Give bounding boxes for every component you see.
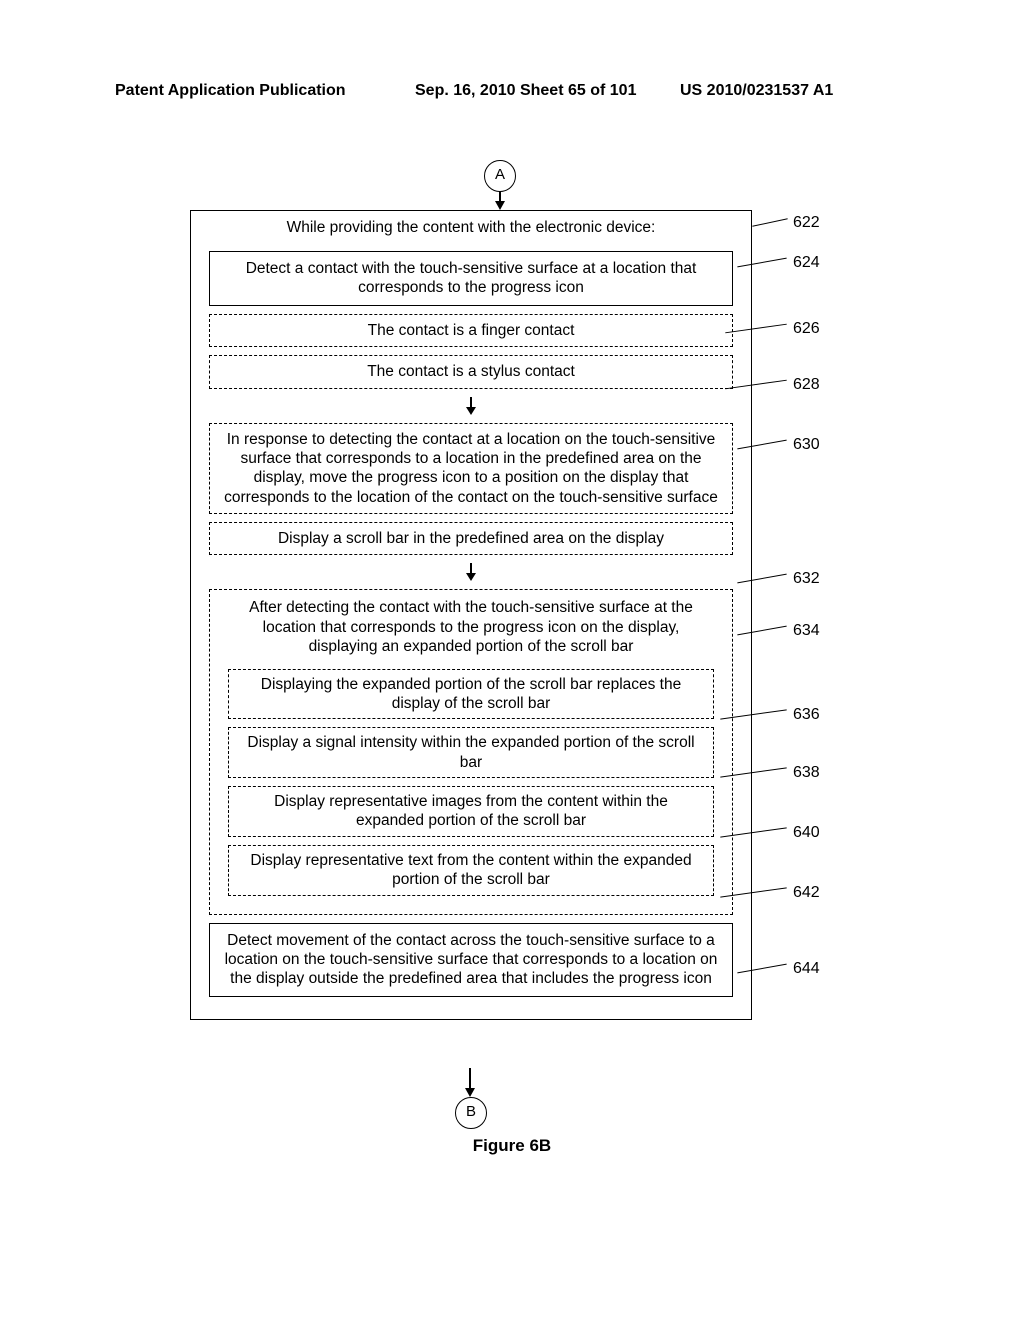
arrow-icon [470, 397, 472, 415]
ref-636: 636 [793, 706, 820, 724]
ref-638: 638 [793, 764, 820, 782]
connector-b: B [455, 1097, 487, 1129]
step-624: Detect a contact with the touch-sensitiv… [209, 251, 733, 306]
step-628: The contact is a stylus contact [209, 355, 733, 388]
header-mid: Sep. 16, 2010 Sheet 65 of 101 [415, 82, 636, 100]
ref-632: 632 [793, 570, 820, 588]
figure-caption: Figure 6B [473, 1136, 551, 1156]
ref-642: 642 [793, 884, 820, 902]
step-622: While providing the content with the ele… [190, 210, 752, 1020]
step-634: After detecting the contact with the tou… [209, 589, 733, 914]
header-right: US 2010/0231537 A1 [680, 82, 833, 100]
ref-622: 622 [793, 214, 820, 232]
connector-a: A [484, 160, 516, 192]
ref-628: 628 [793, 376, 820, 394]
ref-624: 624 [793, 254, 820, 272]
step-626: The contact is a finger contact [209, 314, 733, 347]
step-632: Display a scroll bar in the predefined a… [209, 522, 733, 555]
step-636: Displaying the expanded portion of the s… [228, 669, 714, 720]
step-630: In response to detecting the contact at … [209, 423, 733, 515]
step-642: Display representative text from the con… [228, 845, 714, 896]
step-644: Detect movement of the contact across th… [209, 923, 733, 997]
step-622-title: While providing the content with the ele… [191, 219, 751, 243]
ref-630: 630 [793, 436, 820, 454]
header-left: Patent Application Publication [115, 82, 346, 100]
ref-644: 644 [793, 960, 820, 978]
step-638: Display a signal intensity within the ex… [228, 727, 714, 778]
step-640: Display representative images from the c… [228, 786, 714, 837]
leader-line [752, 218, 787, 226]
ref-640: 640 [793, 824, 820, 842]
ref-626: 626 [793, 320, 820, 338]
arrow-icon [470, 563, 472, 581]
step-634-text: After detecting the contact with the tou… [210, 598, 732, 660]
ref-634: 634 [793, 622, 820, 640]
